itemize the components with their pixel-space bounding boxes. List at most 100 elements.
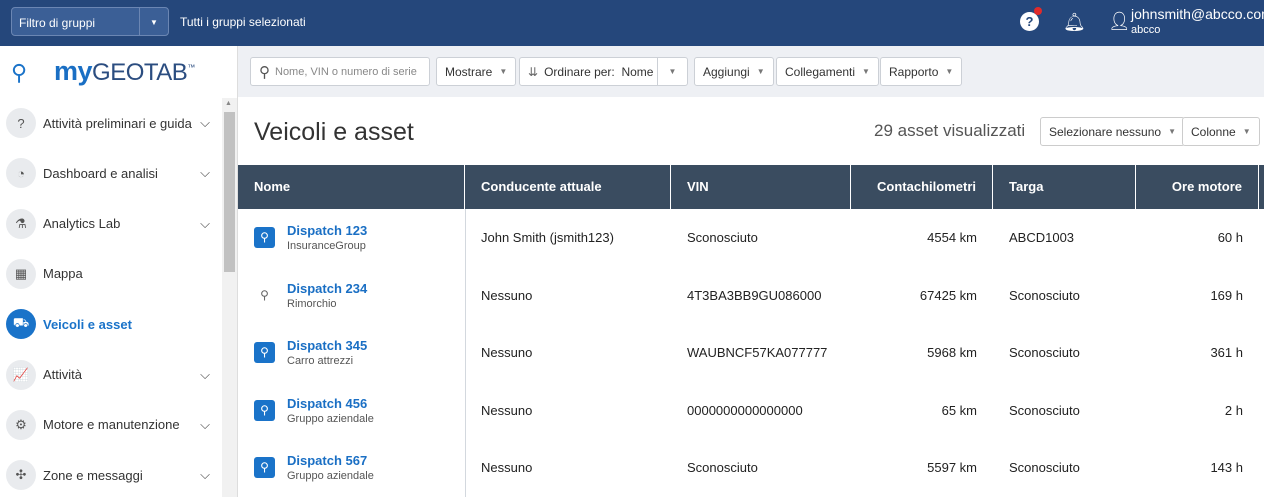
sidebar-item-mappa[interactable]: ▦ Mappa bbox=[0, 254, 222, 294]
user-company: abcco bbox=[1131, 24, 1161, 36]
notification-dot bbox=[1034, 7, 1042, 15]
show-button[interactable]: Mostrare ▼ bbox=[436, 57, 517, 86]
table-row[interactable]: ⚲ Dispatch 234 Rimorchio Nessuno 4T3BA3BB9… bbox=[238, 267, 1259, 324]
sidebar-item-label: Attività bbox=[43, 367, 83, 382]
scrollbar-thumb[interactable] bbox=[224, 112, 235, 272]
chevron-down-icon[interactable]: ▼ bbox=[139, 8, 168, 35]
mygeotab-logo[interactable]: myGEOTAB™ bbox=[54, 56, 195, 87]
cell-driver: Nessuno bbox=[481, 402, 533, 418]
activity-chart-icon: 📈 bbox=[6, 359, 36, 390]
chevron-down-icon[interactable]: ⌵ bbox=[200, 115, 210, 131]
sidebar-item-zone-e-messaggi[interactable]: ✣ Zone e messaggi ⌵ bbox=[0, 455, 222, 495]
map-pin-icon[interactable]: ⚲ bbox=[254, 457, 275, 478]
sidebar-item-dashboard-e-analisi[interactable]: ◔ Dashboard e analisi ⌵ bbox=[0, 153, 222, 193]
chevron-down-icon: ▼ bbox=[756, 67, 765, 76]
cell-engine-hours: 361 h bbox=[1210, 345, 1243, 360]
cell-vin: 4T3BA3BB9GU086000 bbox=[687, 287, 822, 303]
cell-odometer: 65 km bbox=[941, 402, 977, 418]
sidebar-scrollbar[interactable]: ▲ bbox=[222, 98, 237, 497]
chevron-down-icon[interactable]: ⌵ bbox=[200, 216, 210, 232]
vehicle-name-link[interactable]: Dispatch 234 bbox=[287, 281, 367, 296]
asset-count: 29 asset visualizzati bbox=[874, 121, 1026, 140]
cell-vin: WAUBNCF57KA077777 bbox=[687, 345, 828, 360]
cell-plate: Sconosciuto bbox=[1009, 345, 1080, 360]
chevron-down-icon[interactable]: ⌵ bbox=[200, 367, 210, 383]
top-bar: Filtro di gruppi ▼ Tutti i gruppi selezi… bbox=[0, 0, 1264, 46]
sidebar: ⚲ myGEOTAB™ ? Attività preliminari e guid… bbox=[0, 46, 238, 497]
sort-dropdown-chevron-icon[interactable]: ▼ bbox=[657, 58, 687, 85]
cell-driver: Nessuno bbox=[481, 345, 533, 360]
chevron-down-icon: ▼ bbox=[1168, 127, 1176, 136]
group-filter-dropdown[interactable]: Filtro di gruppi ▼ bbox=[11, 7, 169, 36]
sidebar-item-analytics-lab[interactable]: ⚗ Analytics Lab ⌵ bbox=[0, 204, 222, 244]
table-row[interactable]: ⚲ Dispatch 567 Gruppo aziendale Nessuno Sc… bbox=[238, 439, 1259, 496]
column-header-engine-hours[interactable]: Ore motore bbox=[1136, 165, 1259, 209]
cell-name: ⚲ Dispatch 456 Gruppo aziendale bbox=[238, 382, 465, 439]
sidebar-item-motore-e-manutenzione[interactable]: ⚙ Motore e manutenzione ⌵ bbox=[0, 405, 222, 445]
search-input[interactable]: ⚲ Nome, VIN o numero di serie bbox=[250, 57, 430, 86]
cell-odometer: 5968 km bbox=[927, 345, 977, 360]
vehicle-name-link[interactable]: Dispatch 123 bbox=[287, 224, 367, 238]
truck-icon: ⛟ bbox=[6, 309, 36, 340]
group-filter-label: Filtro di gruppi bbox=[19, 16, 96, 30]
column-header-plate[interactable]: Targa bbox=[993, 165, 1136, 209]
chevron-down-icon[interactable]: ⌵ bbox=[200, 417, 210, 433]
sidebar-item-attivit-preliminari-e-guida[interactable]: ? Attività preliminari e guida ⌵ bbox=[0, 103, 222, 143]
select-none-button[interactable]: Selezionare nessuno ▼ bbox=[1040, 117, 1185, 146]
links-button[interactable]: Collegamenti ▼ bbox=[776, 57, 879, 86]
sort-icon: ⇊ bbox=[528, 64, 539, 79]
column-header-name[interactable]: Nome bbox=[238, 165, 465, 209]
sort-button[interactable]: ⇊ Ordinare per: Nome ▼ bbox=[519, 57, 688, 86]
column-header-odometer[interactable]: Contachilometri bbox=[851, 165, 993, 209]
sidebar-item-veicoli-e-asset[interactable]: ⛟ Veicoli e asset bbox=[0, 304, 222, 344]
cell-engine-hours: 60 h bbox=[1217, 230, 1243, 245]
chevron-down-icon: ▼ bbox=[499, 67, 508, 76]
sidebar-item-label: Veicoli e asset bbox=[43, 316, 132, 332]
sidebar-item-label: Mappa bbox=[43, 266, 83, 282]
sidebar-item-label: Zone e messaggi bbox=[43, 467, 143, 483]
chevron-down-icon[interactable]: ⌵ bbox=[200, 165, 210, 181]
add-button[interactable]: Aggiungi ▼ bbox=[694, 57, 774, 86]
cell-name: ⚲ Dispatch 567 Gruppo aziendale bbox=[238, 439, 465, 496]
table-row[interactable]: ⚲ Dispatch 123 InsuranceGroup John Smith (… bbox=[238, 209, 1259, 266]
cell-engine-hours: 143 h bbox=[1210, 460, 1243, 475]
vehicle-name-link[interactable]: Dispatch 456 bbox=[287, 396, 374, 411]
cell-odometer: 67425 km bbox=[919, 287, 977, 303]
columns-button[interactable]: Colonne ▼ bbox=[1182, 117, 1260, 146]
help-icon: ? bbox=[6, 108, 36, 138]
map-pin-icon[interactable]: ⚲ bbox=[254, 399, 275, 421]
user-email[interactable]: johnsmith@abcco.com bbox=[1131, 6, 1264, 22]
sidebar-item-label: Attività preliminari e guida bbox=[43, 115, 192, 131]
search-icon: ⚲ bbox=[259, 63, 270, 81]
column-header-driver[interactable]: Conducente attuale bbox=[465, 165, 671, 209]
map-pin-icon[interactable]: ⚲ bbox=[254, 285, 275, 306]
cell-vin: Sconosciuto bbox=[687, 460, 758, 475]
map-pin-icon[interactable]: ⚲ bbox=[254, 342, 275, 363]
column-header-vin[interactable]: VIN bbox=[671, 165, 851, 209]
cell-name: ⚲ Dispatch 234 Rimorchio bbox=[238, 267, 465, 324]
sidebar-item-label: Analytics Lab bbox=[43, 216, 121, 232]
sidebar-item-attivit-[interactable]: 📈 Attività ⌵ bbox=[0, 355, 222, 395]
cell-plate: Sconosciuto bbox=[1009, 460, 1080, 475]
cell-plate: Sconosciuto bbox=[1009, 402, 1080, 418]
bell-icon[interactable]: 🔔︎ bbox=[1063, 12, 1086, 33]
table-row[interactable]: ⚲ Dispatch 456 Gruppo aziendale Nessuno 00… bbox=[238, 382, 1259, 439]
map-pin-icon[interactable]: ⚲ bbox=[254, 227, 275, 248]
search-icon[interactable]: ⚲ bbox=[11, 60, 27, 86]
user-icon[interactable]: 👤︎ bbox=[1108, 11, 1131, 32]
cell-engine-hours: 2 h bbox=[1224, 402, 1243, 418]
cell-odometer: 5597 km bbox=[927, 460, 977, 475]
cell-driver: Nessuno bbox=[481, 287, 533, 303]
chevron-down-icon: ▼ bbox=[862, 67, 870, 76]
table-row[interactable]: ⚲ Dispatch 345 Carro attrezzi Nessuno WAUB… bbox=[238, 324, 1259, 381]
chevron-down-icon[interactable]: ⌵ bbox=[200, 467, 210, 483]
sidebar-item-label: Motore e manutenzione bbox=[43, 417, 180, 433]
report-button[interactable]: Rapporto ▼ bbox=[880, 57, 963, 86]
map-icon: ▦ bbox=[6, 258, 36, 289]
vehicle-name-link[interactable]: Dispatch 345 bbox=[287, 339, 367, 353]
cell-vin: 0000000000000000 bbox=[687, 402, 803, 418]
vehicle-name-link[interactable]: Dispatch 567 bbox=[287, 454, 374, 468]
chevron-down-icon: ▼ bbox=[945, 67, 954, 76]
cell-engine-hours: 169 h bbox=[1210, 287, 1243, 303]
vehicle-group: InsuranceGroup bbox=[287, 240, 366, 252]
